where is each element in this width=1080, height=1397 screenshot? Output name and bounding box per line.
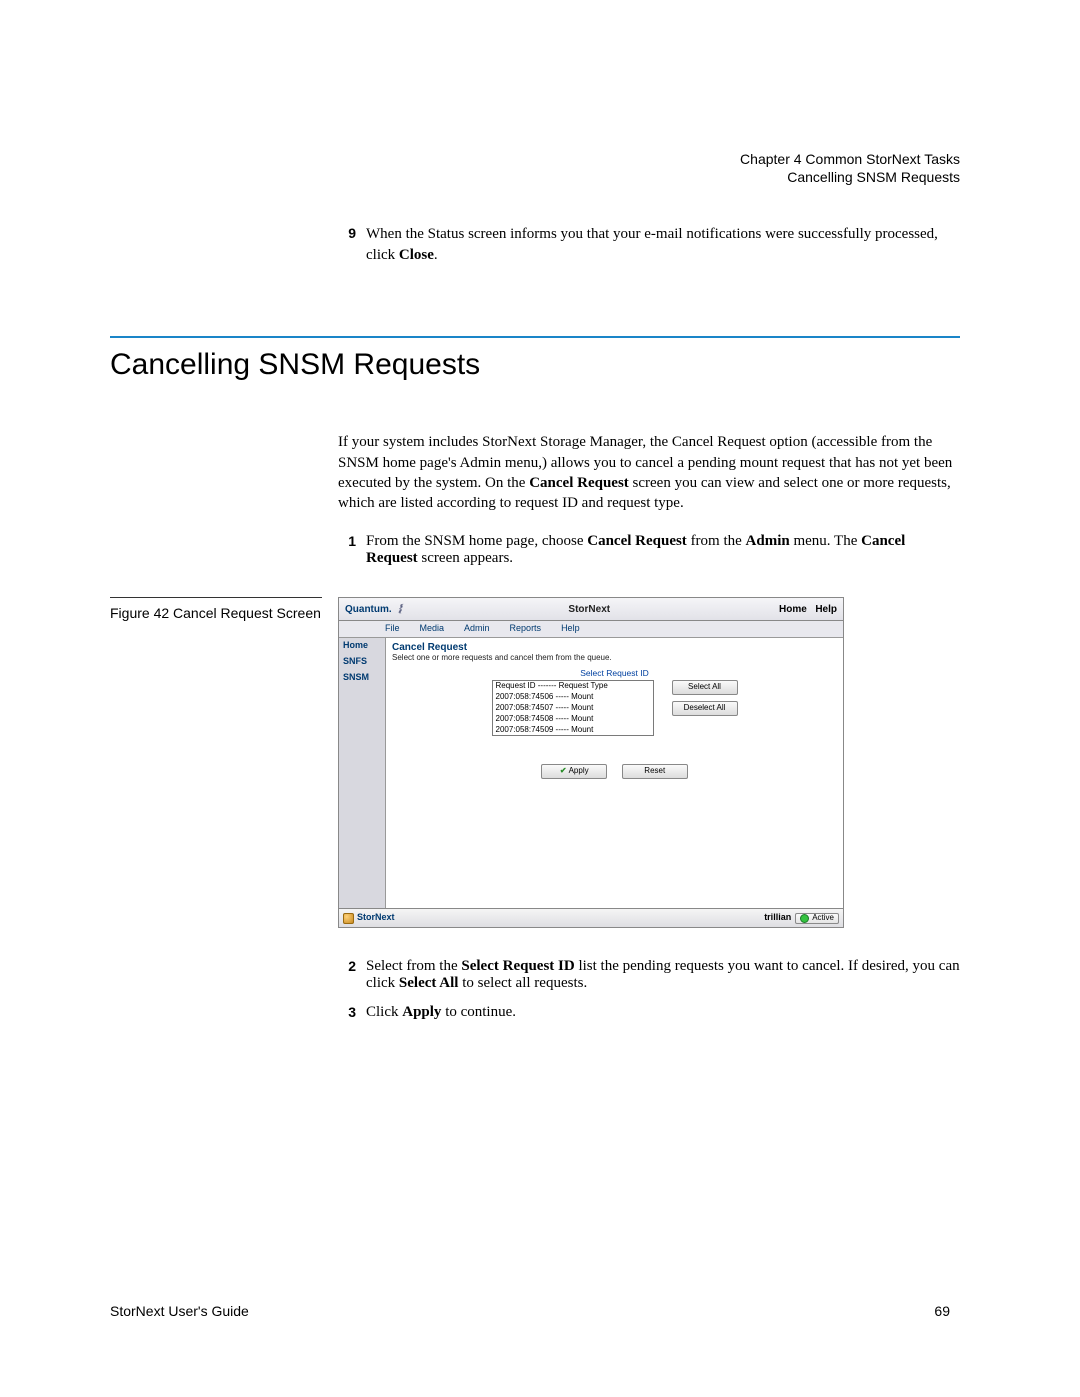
menu-admin[interactable]: Admin: [464, 621, 510, 637]
menu-help[interactable]: Help: [561, 621, 600, 637]
step-number: 3: [338, 1004, 356, 1021]
listbox-header: Request ID ------- Request Type: [493, 681, 653, 692]
app-statusbar: StorNext trillian Active: [339, 908, 843, 927]
reset-button[interactable]: Reset: [622, 764, 688, 779]
apply-button[interactable]: ✔Apply: [541, 764, 607, 779]
nav-home-link[interactable]: Home: [779, 604, 807, 615]
sidebar-item-home[interactable]: Home: [339, 638, 385, 654]
footer-hostname: trillian: [764, 913, 791, 923]
footer-product: StorNext: [343, 913, 395, 924]
figure-caption: Figure 42 Cancel Request Screen: [110, 597, 322, 622]
app-titlebar: Quantum. 𝄔𝄔 StorNext Home Help: [339, 598, 843, 621]
body-column: 9 When the Status screen informs you tha…: [338, 224, 960, 266]
step-text: Click Apply to continue.: [366, 1004, 516, 1021]
panel-title: Cancel Request: [392, 642, 837, 653]
page-footer: StorNext User's Guide 69: [110, 1303, 950, 1319]
sidebar-item-snfs[interactable]: SNFS: [339, 654, 385, 670]
step-9: 9 When the Status screen informs you tha…: [338, 224, 960, 266]
list-item[interactable]: 2007:058:74509 ----- Mount: [493, 725, 653, 736]
footer-guide-name: StorNext User's Guide: [110, 1303, 249, 1319]
status-dot-icon: [800, 914, 809, 923]
intro-paragraph: If your system includes StorNext Storage…: [338, 432, 960, 513]
step-text: From the SNSM home page, choose Cancel R…: [366, 533, 960, 567]
section-divider: [110, 336, 960, 338]
sidebar: Home SNFS SNSM: [339, 638, 386, 908]
menu-media[interactable]: Media: [420, 621, 465, 637]
panel-description: Select one or more requests and cancel t…: [392, 654, 837, 663]
select-all-button[interactable]: Select All: [672, 680, 738, 695]
chapter-header: Chapter 4 Common StorNext Tasks Cancelli…: [110, 150, 960, 186]
step-2: 2 Select from the Select Request ID list…: [338, 958, 960, 992]
list-label: Select Request ID: [392, 669, 837, 678]
product-orb-icon: [343, 913, 354, 924]
check-icon: ✔: [560, 766, 567, 775]
chapter-line: Chapter 4 Common StorNext Tasks: [110, 150, 960, 168]
step-text: Select from the Select Request ID list t…: [366, 958, 960, 992]
step-3: 3 Click Apply to continue.: [338, 1004, 960, 1021]
step-text: When the Status screen informs you that …: [366, 224, 960, 266]
step-1: 1 From the SNSM home page, choose Cancel…: [338, 533, 960, 567]
app-title: StorNext: [399, 604, 779, 615]
brand-text: Quantum.: [339, 604, 398, 615]
step-number: 2: [338, 958, 356, 992]
header-links: Home Help: [779, 604, 843, 615]
app-window: Quantum. 𝄔𝄔 StorNext Home Help File Medi…: [338, 597, 844, 928]
step-number: 1: [338, 533, 356, 567]
menubar: File Media Admin Reports Help: [339, 621, 843, 638]
figure-42: Figure 42 Cancel Request Screen Quantum.…: [110, 597, 960, 928]
section-line: Cancelling SNSM Requests: [110, 168, 960, 186]
request-listbox[interactable]: Request ID ------- Request Type 2007:058…: [492, 680, 654, 736]
list-item[interactable]: 2007:058:74506 ----- Mount: [493, 692, 653, 703]
status-text: Active: [812, 914, 834, 923]
list-item[interactable]: 2007:058:74508 ----- Mount: [493, 714, 653, 725]
deselect-all-button[interactable]: Deselect All: [672, 701, 738, 716]
step-number: 9: [338, 224, 356, 266]
menu-file[interactable]: File: [385, 621, 420, 637]
status-pill: Active: [795, 913, 839, 924]
sidebar-item-snsm[interactable]: SNSM: [339, 670, 385, 686]
footer-page-number: 69: [934, 1303, 950, 1319]
nav-help-link[interactable]: Help: [815, 604, 837, 615]
list-item[interactable]: 2007:058:74507 ----- Mount: [493, 703, 653, 714]
menu-reports[interactable]: Reports: [510, 621, 562, 637]
section-title: Cancelling SNSM Requests: [110, 348, 960, 382]
main-panel: Cancel Request Select one or more reques…: [386, 638, 843, 908]
